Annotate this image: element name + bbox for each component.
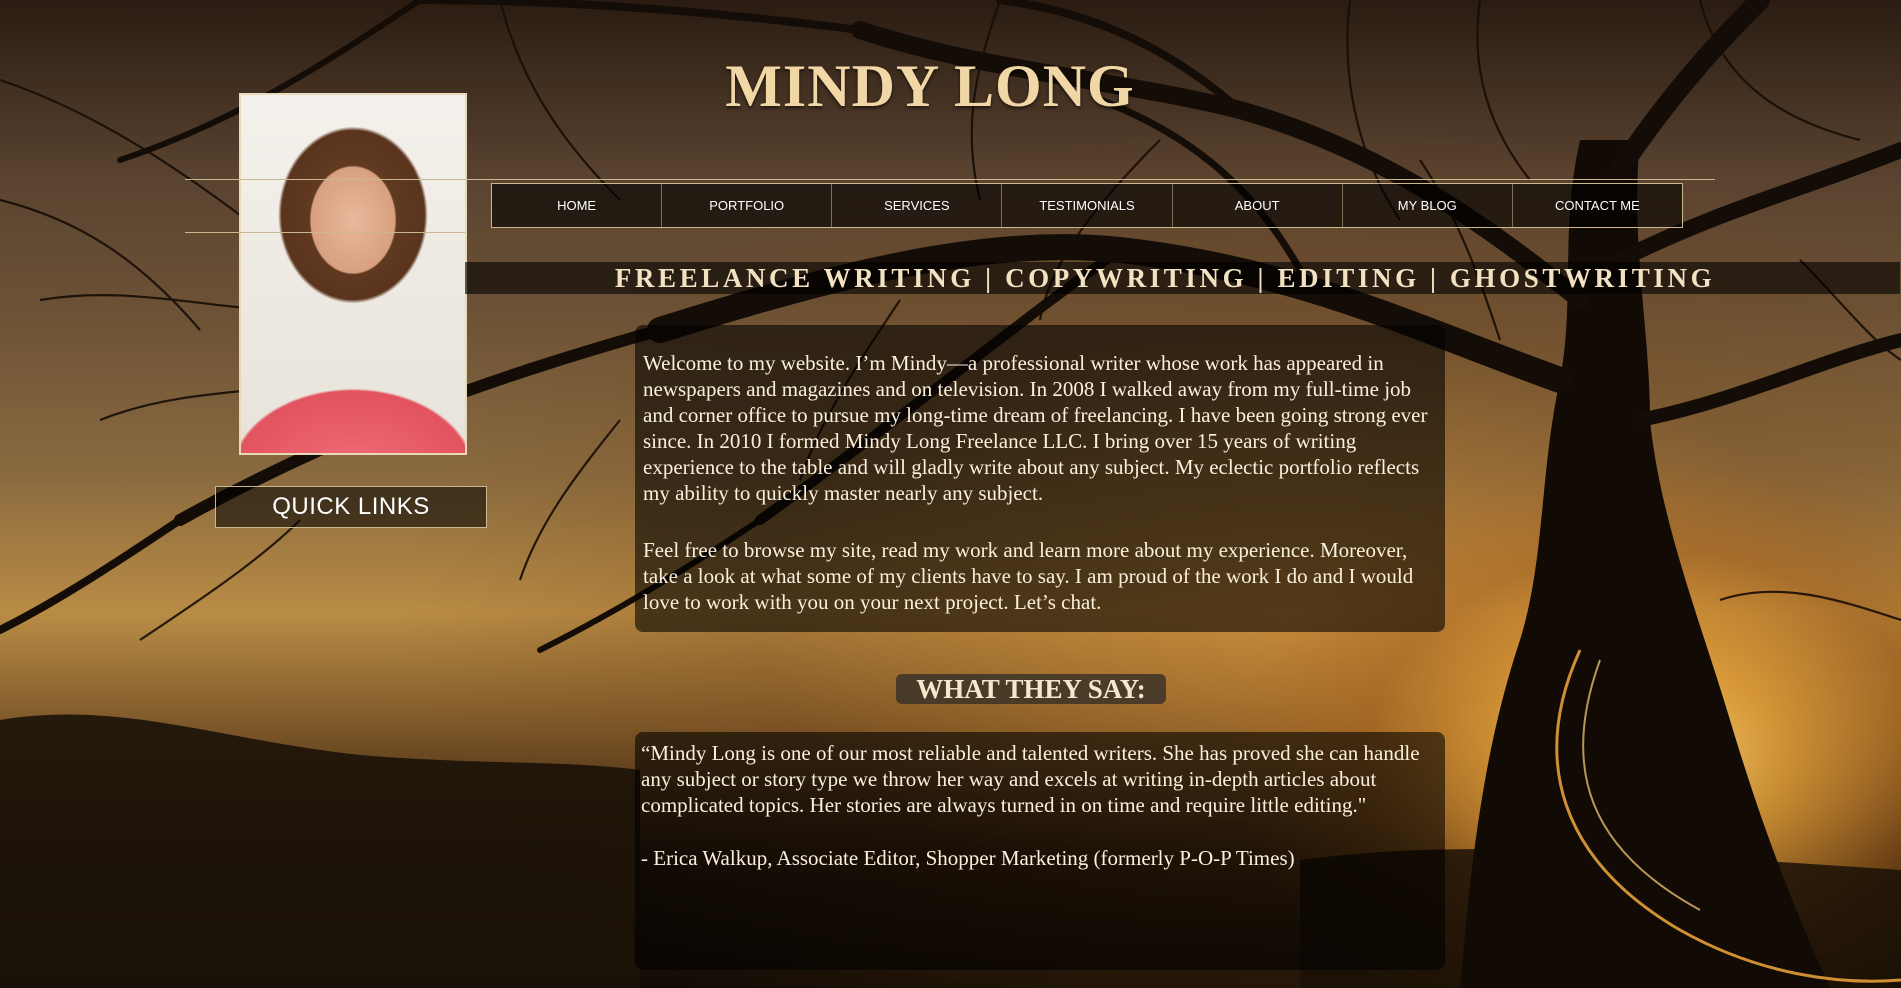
- intro-paragraph-1: Welcome to my website. I’m Mindy—a profe…: [643, 351, 1428, 505]
- main-nav: HOME PORTFOLIO SERVICES TESTIMONIALS ABO…: [491, 183, 1683, 228]
- nav-item-testimonials[interactable]: TESTIMONIALS: [1002, 184, 1173, 227]
- testimonial-attribution: - Erica Walkup, Associate Editor, Shoppe…: [641, 846, 1295, 870]
- profile-photo: [239, 93, 467, 455]
- quick-links-button[interactable]: QUICK LINKS: [215, 486, 487, 528]
- testimonial-panel: “Mindy Long is one of our most reliable …: [635, 732, 1445, 970]
- site-title: MINDY LONG: [725, 53, 1135, 119]
- nav-item-portfolio[interactable]: PORTFOLIO: [662, 184, 833, 227]
- intro-panel: Welcome to my website. I’m Mindy—a profe…: [635, 325, 1445, 632]
- testimonial-quote: “Mindy Long is one of our most reliable …: [641, 741, 1420, 817]
- nav-item-services[interactable]: SERVICES: [832, 184, 1003, 227]
- nav-item-contact-me[interactable]: CONTACT ME: [1513, 184, 1682, 227]
- nav-divider-top: [185, 179, 1715, 180]
- nav-item-home[interactable]: HOME: [492, 184, 663, 227]
- testimonials-heading: WHAT THEY SAY:: [896, 674, 1166, 704]
- intro-paragraph-2: Feel free to browse my site, read my wor…: [643, 538, 1414, 614]
- tagline: FREELANCE WRITING | COPYWRITING | EDITIN…: [614, 263, 1716, 293]
- nav-item-about[interactable]: ABOUT: [1173, 184, 1343, 227]
- nav-item-my-blog[interactable]: MY BLOG: [1343, 184, 1513, 227]
- nav-divider-bottom: [185, 232, 465, 233]
